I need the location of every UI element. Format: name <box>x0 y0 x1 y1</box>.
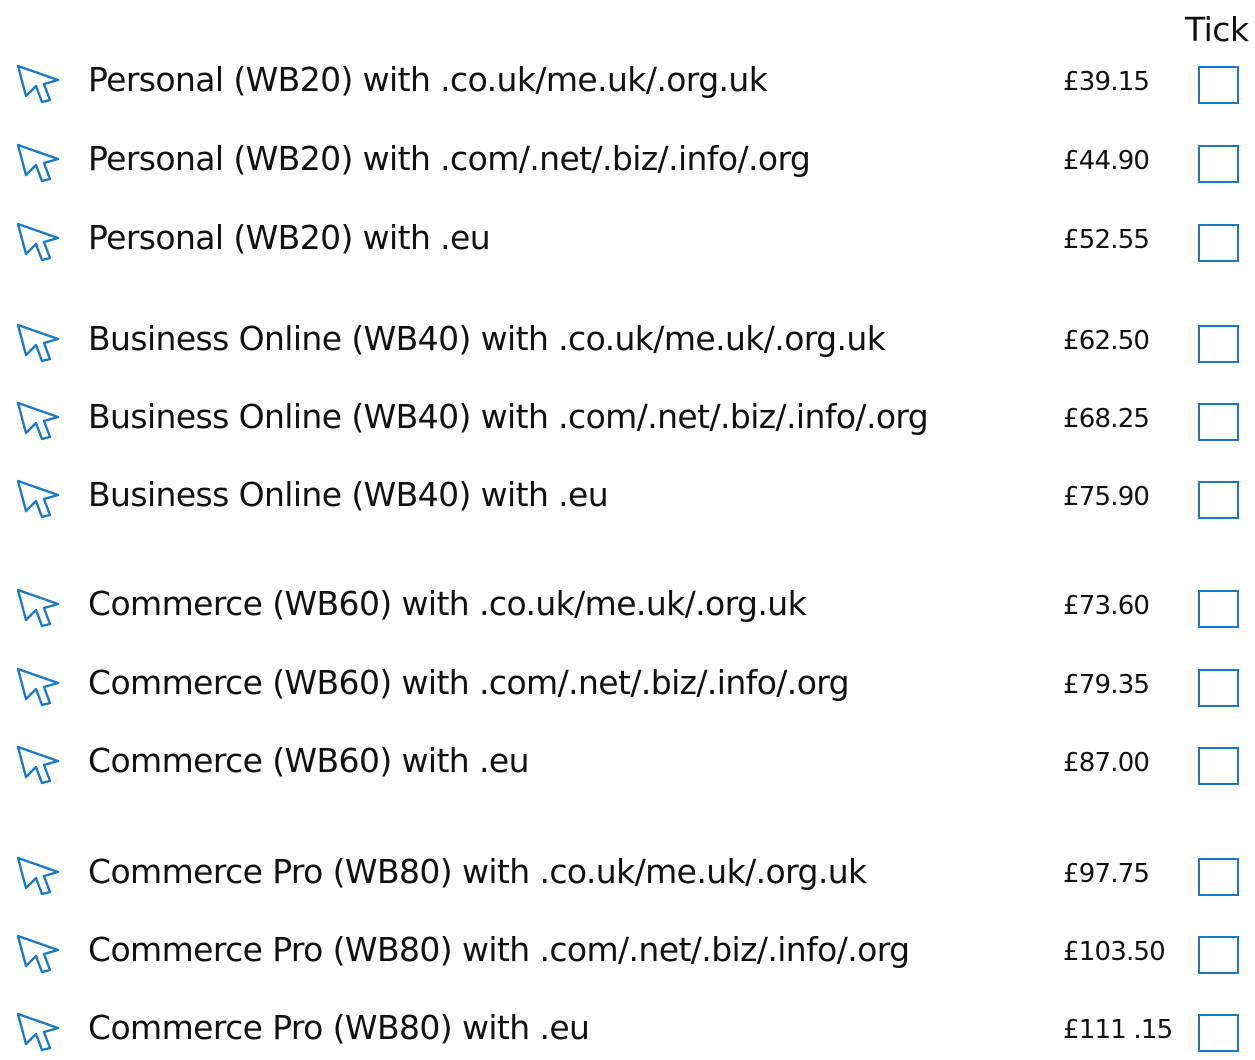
package-price: £52.55 <box>1063 225 1150 255</box>
package-label: Commerce Pro (WB80) with .com/.net/.biz/… <box>88 930 910 969</box>
package-label: Personal (WB20) with .com/.net/.biz/.inf… <box>88 139 811 178</box>
tick-column-header: Tick <box>1185 10 1249 49</box>
list-item: Commerce Pro (WB80) with .eu £111 .15 <box>0 1000 1255 1060</box>
pointer-arrow-icon <box>14 854 66 898</box>
package-label: Commerce (WB60) with .com/.net/.biz/.inf… <box>88 663 850 702</box>
package-price: £75.90 <box>1063 482 1150 512</box>
package-checkbox[interactable] <box>1198 145 1239 183</box>
list-item: Business Online (WB40) with .co.uk/me.uk… <box>0 311 1255 371</box>
package-checkbox[interactable] <box>1198 747 1239 785</box>
package-label: Business Online (WB40) with .eu <box>88 475 609 514</box>
list-item: Commerce (WB60) with .co.uk/me.uk/.org.u… <box>0 576 1255 636</box>
list-item: Personal (WB20) with .eu £52.55 <box>0 210 1255 270</box>
package-price: £68.25 <box>1063 404 1150 434</box>
package-checkbox[interactable] <box>1198 403 1239 441</box>
list-item: Personal (WB20) with .co.uk/me.uk/.org.u… <box>0 52 1255 112</box>
pointer-arrow-icon <box>14 743 66 787</box>
package-checkbox[interactable] <box>1198 936 1239 974</box>
pointer-arrow-icon <box>14 220 66 264</box>
package-label: Commerce Pro (WB80) with .co.uk/me.uk/.o… <box>88 852 867 891</box>
list-item: Business Online (WB40) with .com/.net/.b… <box>0 389 1255 449</box>
pointer-arrow-icon <box>14 1010 66 1054</box>
list-item: Commerce Pro (WB80) with .co.uk/me.uk/.o… <box>0 844 1255 904</box>
package-label: Personal (WB20) with .eu <box>88 218 491 257</box>
package-label: Commerce (WB60) with .co.uk/me.uk/.org.u… <box>88 584 807 623</box>
package-price: £111 .15 <box>1063 1015 1173 1045</box>
pointer-arrow-icon <box>14 932 66 976</box>
pointer-arrow-icon <box>14 141 66 185</box>
package-checkbox[interactable] <box>1198 1014 1239 1052</box>
package-price: £73.60 <box>1063 591 1150 621</box>
pointer-arrow-icon <box>14 321 66 365</box>
list-item: Commerce (WB60) with .com/.net/.biz/.inf… <box>0 655 1255 715</box>
package-checkbox[interactable] <box>1198 481 1239 519</box>
package-price: £39.15 <box>1063 67 1150 97</box>
package-label: Personal (WB20) with .co.uk/me.uk/.org.u… <box>88 60 768 99</box>
pointer-arrow-icon <box>14 399 66 443</box>
list-item: Personal (WB20) with .com/.net/.biz/.inf… <box>0 131 1255 191</box>
package-price: £44.90 <box>1063 146 1150 176</box>
package-price: £97.75 <box>1063 859 1150 889</box>
package-price: £62.50 <box>1063 326 1150 356</box>
pointer-arrow-icon <box>14 477 66 521</box>
package-checkbox[interactable] <box>1198 858 1239 896</box>
package-checkbox[interactable] <box>1198 224 1239 262</box>
package-price: £79.35 <box>1063 670 1150 700</box>
package-label: Commerce Pro (WB80) with .eu <box>88 1008 590 1047</box>
list-item: Commerce Pro (WB80) with .com/.net/.biz/… <box>0 922 1255 982</box>
pointer-arrow-icon <box>14 586 66 630</box>
package-label: Commerce (WB60) with .eu <box>88 741 530 780</box>
pointer-arrow-icon <box>14 62 66 106</box>
list-item: Business Online (WB40) with .eu £75.90 <box>0 467 1255 527</box>
package-price: £87.00 <box>1063 748 1150 778</box>
package-checkbox[interactable] <box>1198 66 1239 104</box>
pointer-arrow-icon <box>14 665 66 709</box>
package-checkbox[interactable] <box>1198 325 1239 363</box>
package-checkbox[interactable] <box>1198 669 1239 707</box>
package-price: £103.50 <box>1063 937 1166 967</box>
package-checkbox[interactable] <box>1198 590 1239 628</box>
package-label: Business Online (WB40) with .com/.net/.b… <box>88 397 929 436</box>
package-label: Business Online (WB40) with .co.uk/me.uk… <box>88 319 886 358</box>
list-item: Commerce (WB60) with .eu £87.00 <box>0 733 1255 793</box>
